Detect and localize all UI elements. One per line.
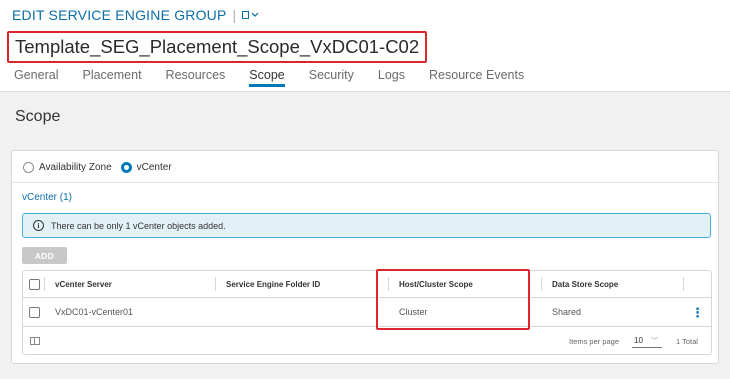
card-divider bbox=[12, 182, 718, 183]
row-select-cell bbox=[23, 298, 45, 326]
column-header-actions bbox=[684, 271, 711, 297]
tab-bar: General Placement Resources Scope Securi… bbox=[14, 68, 548, 88]
tab-security[interactable]: Security bbox=[309, 68, 354, 88]
tab-general[interactable]: General bbox=[14, 68, 58, 88]
select-all-checkbox[interactable] bbox=[28, 278, 40, 290]
items-per-page-select[interactable]: 10 ﹀ bbox=[632, 334, 662, 348]
total-count: 1 Total bbox=[676, 337, 698, 346]
items-per-page-value: 10 bbox=[634, 336, 643, 345]
tab-logs[interactable]: Logs bbox=[378, 68, 405, 88]
cell-host-cluster-scope: Cluster bbox=[399, 307, 428, 317]
page-header: EDIT SERVICE ENGINE GROUP | Template_SEG_… bbox=[0, 0, 730, 92]
datagrid-footer: Items per page 10 ﹀ 1 Total bbox=[23, 328, 711, 354]
table-row: VxDC01-vCenter01 Cluster Shared ⋮ bbox=[23, 298, 711, 327]
info-icon: i bbox=[33, 220, 44, 231]
vcenter-heading: vCenter (1) bbox=[22, 192, 73, 203]
page-title: EDIT SERVICE ENGINE GROUP bbox=[12, 7, 227, 23]
kebab-menu-icon[interactable]: ⋮ bbox=[691, 306, 704, 319]
column-header-data-store-scope[interactable]: Data Store Scope bbox=[542, 271, 684, 297]
header-title-row: EDIT SERVICE ENGINE GROUP | bbox=[12, 7, 260, 23]
items-per-page-label: Items per page bbox=[569, 337, 620, 346]
table-header-row: vCenter Server Service Engine Folder ID … bbox=[23, 271, 711, 298]
tab-placement[interactable]: Placement bbox=[82, 68, 141, 88]
availability-zone-radio[interactable] bbox=[23, 161, 34, 173]
scope-card: Availability Zone vCenter vCenter (1) i … bbox=[11, 150, 719, 364]
tab-scope[interactable]: Scope bbox=[249, 68, 286, 88]
section-title: Scope bbox=[15, 108, 61, 125]
column-header-host-cluster-scope[interactable]: Host/Cluster Scope bbox=[389, 271, 542, 297]
copy-dropdown-icon[interactable] bbox=[242, 7, 260, 23]
row-actions-cell: ⋮ bbox=[684, 298, 711, 326]
column-header-folder-id[interactable]: Service Engine Folder ID bbox=[216, 271, 389, 297]
chevron-down-icon: ﹀ bbox=[650, 337, 658, 345]
alert-text: There can be only 1 vCenter objects adde… bbox=[51, 220, 226, 231]
select-all-cell bbox=[23, 271, 45, 297]
availability-zone-label[interactable]: Availability Zone bbox=[39, 162, 112, 173]
vcenter-radio[interactable] bbox=[120, 161, 132, 173]
vcenter-datagrid: vCenter Server Service Engine Folder ID … bbox=[22, 270, 712, 355]
cell-folder-id bbox=[216, 298, 389, 326]
info-alert: i There can be only 1 vCenter objects ad… bbox=[22, 213, 711, 238]
cell-data-store-scope: Shared bbox=[552, 307, 582, 317]
vcenter-radio-label[interactable]: vCenter bbox=[137, 162, 172, 173]
object-name: Template_SEG_Placement_Scope_VxDC01-C02 bbox=[7, 31, 428, 63]
column-header-vcenter-server[interactable]: vCenter Server bbox=[45, 271, 216, 297]
scope-type-selector: Availability Zone vCenter bbox=[23, 159, 181, 175]
title-separator: | bbox=[232, 7, 237, 23]
add-button[interactable]: ADD bbox=[22, 247, 67, 264]
tab-resources[interactable]: Resources bbox=[166, 68, 226, 88]
column-toggle-icon[interactable] bbox=[30, 337, 40, 345]
tab-resource-events[interactable]: Resource Events bbox=[429, 68, 524, 88]
header-divider bbox=[0, 91, 730, 92]
row-checkbox[interactable] bbox=[28, 306, 40, 318]
cell-vcenter-server: VxDC01-vCenter01 bbox=[55, 307, 134, 317]
